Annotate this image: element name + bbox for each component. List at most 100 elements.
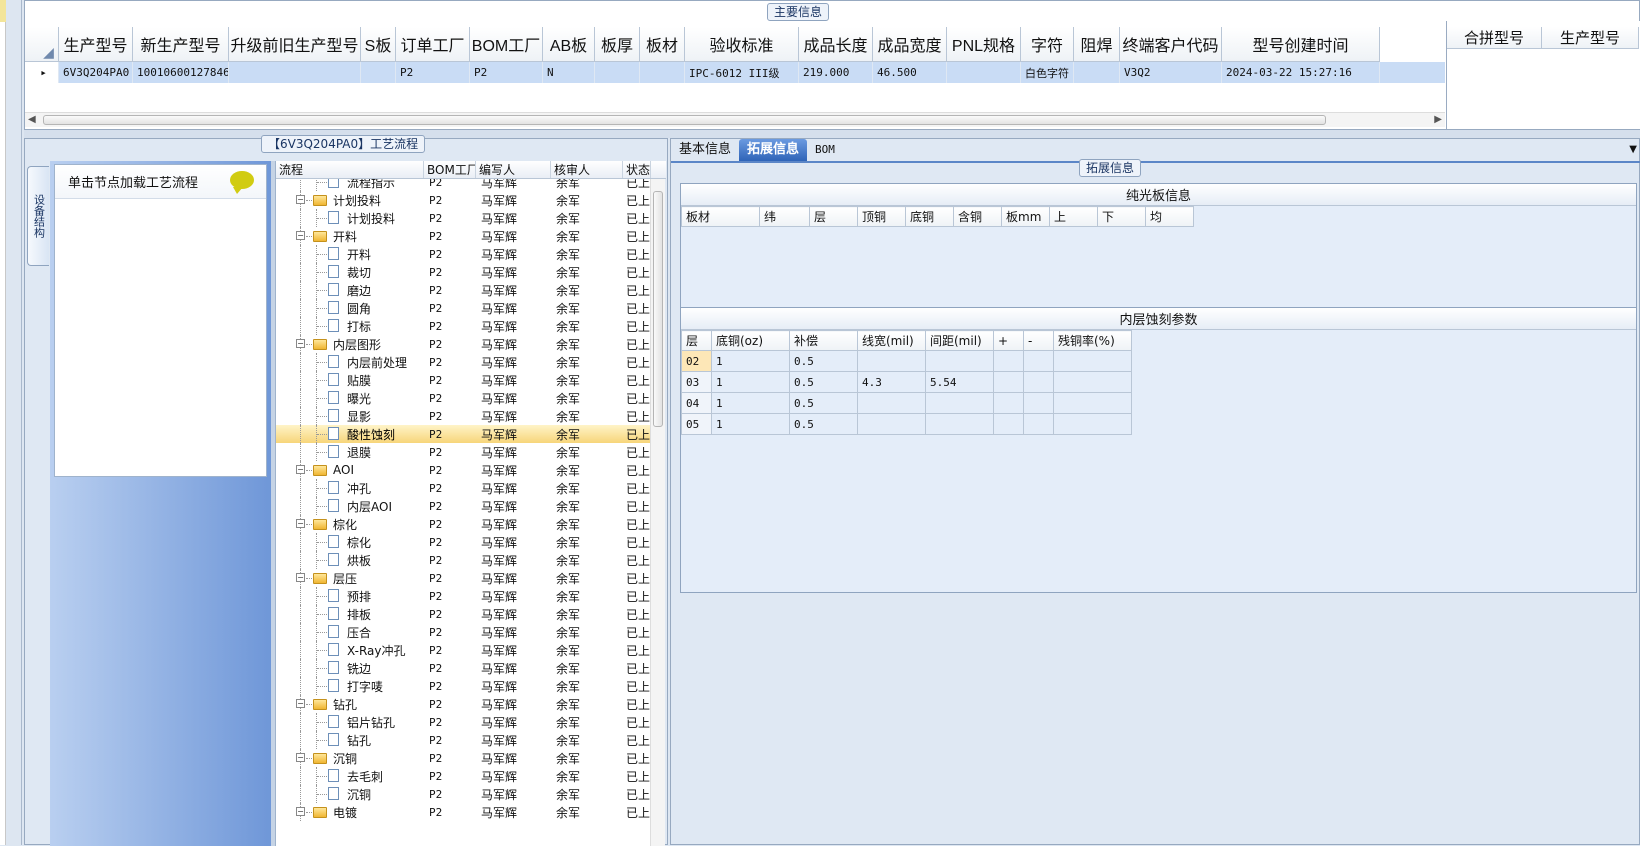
etch-cell[interactable]: [993, 350, 1024, 372]
main-grid-hscrollbar[interactable]: ◀ ▶: [25, 112, 1445, 127]
tree-row[interactable]: 铝片钻孔 P2 马军辉 余军 已上网: [276, 713, 651, 731]
tree-node[interactable]: 计划投料: [276, 209, 424, 227]
grid-cell[interactable]: 219.000: [799, 62, 873, 83]
grid-cell[interactable]: [640, 62, 685, 83]
collapse-icon[interactable]: −: [296, 339, 305, 348]
etch-cell[interactable]: 0.5: [789, 371, 858, 393]
column-header[interactable]: 成品长度: [799, 27, 873, 62]
tree-node[interactable]: 内层前处理: [276, 353, 424, 371]
column-header[interactable]: 新生产型号: [133, 27, 229, 62]
hscroll-thumb[interactable]: [43, 115, 1326, 125]
column-header[interactable]: 升级前旧生产型号: [229, 27, 361, 62]
etch-cell[interactable]: 04: [681, 392, 712, 414]
bare-board-column-header[interactable]: 顶铜: [857, 206, 906, 227]
tab-menu-icon[interactable]: ▼: [1629, 144, 1637, 155]
tree-node[interactable]: 酸性蚀刻: [276, 425, 424, 443]
detail-tab[interactable]: 拓展信息: [739, 139, 808, 161]
collapse-icon[interactable]: −: [296, 699, 305, 708]
grid-cell[interactable]: P2: [470, 62, 543, 83]
bare-board-column-header[interactable]: 下: [1097, 206, 1146, 227]
tree-node[interactable]: − 沉铜: [276, 749, 424, 767]
scroll-left-icon[interactable]: ◀: [28, 114, 36, 125]
column-header[interactable]: 阻焊: [1074, 27, 1120, 62]
grid-cell[interactable]: P2: [396, 62, 470, 83]
tree-column-header[interactable]: 编写人: [476, 161, 551, 178]
tree-row[interactable]: 计划投料 P2 马军辉 余军 已上网: [276, 209, 651, 227]
etch-cell[interactable]: [1023, 392, 1054, 414]
tree-row[interactable]: 冲孔 P2 马军辉 余军 已上网: [276, 479, 651, 497]
tree-row[interactable]: − 计划投料 P2 马军辉 余军 已上网: [276, 191, 651, 209]
tree-node[interactable]: 排板: [276, 605, 424, 623]
tree-node[interactable]: − 内层图形: [276, 335, 424, 353]
tree-row[interactable]: 内层前处理 P2 马军辉 余军 已上网: [276, 353, 651, 371]
tree-node[interactable]: 打标: [276, 317, 424, 335]
grid-cell[interactable]: [595, 62, 640, 83]
etch-cell[interactable]: [1053, 350, 1132, 372]
tree-node[interactable]: − AOI: [276, 461, 424, 479]
grid-cell[interactable]: [229, 62, 361, 83]
grid-cell[interactable]: IPC-6012 III级: [685, 62, 799, 83]
tree-node[interactable]: 预排: [276, 587, 424, 605]
grid-cell[interactable]: [361, 62, 396, 83]
etch-cell[interactable]: [1053, 413, 1132, 435]
tree-node[interactable]: − 棕化: [276, 515, 424, 533]
etch-cell[interactable]: [1053, 371, 1132, 393]
etch-cell[interactable]: [857, 350, 926, 372]
detail-tab[interactable]: 基本信息: [671, 139, 739, 161]
tree-row[interactable]: − 棕化 P2 马军辉 余军 已上网: [276, 515, 651, 533]
bare-board-column-header[interactable]: 底铜: [905, 206, 954, 227]
column-header[interactable]: 验收标准: [685, 27, 799, 62]
etch-cell[interactable]: [1023, 413, 1054, 435]
column-header[interactable]: 成品宽度: [873, 27, 947, 62]
etch-cell[interactable]: [993, 392, 1024, 414]
etch-cell[interactable]: 0.5: [789, 350, 858, 372]
etch-cell[interactable]: 1: [711, 350, 790, 372]
grid-cell[interactable]: 46.500: [873, 62, 947, 83]
tree-column-header[interactable]: BOM工厂: [424, 161, 476, 178]
tree-row[interactable]: − 电镀 P2 马军辉 余军 已上网: [276, 803, 651, 821]
collapse-icon[interactable]: −: [296, 807, 305, 816]
tree-row[interactable]: 铣边 P2 马军辉 余军 已上网: [276, 659, 651, 677]
tree-row[interactable]: 烘板 P2 马军辉 余军 已上网: [276, 551, 651, 569]
grid-cell[interactable]: 2024-03-22 15:27:16: [1222, 62, 1380, 83]
etch-column-header[interactable]: 底铜(oz): [711, 330, 790, 351]
tree-row[interactable]: 沉铜 P2 马军辉 余军 已上网: [276, 785, 651, 803]
tree-vscrollbar[interactable]: [650, 179, 665, 846]
tree-node[interactable]: 退膜: [276, 443, 424, 461]
tree-node[interactable]: 磨边: [276, 281, 424, 299]
column-header[interactable]: S板: [361, 27, 396, 62]
tree-row[interactable]: − AOI P2 马军辉 余军 已上网: [276, 461, 651, 479]
main-grid-row[interactable]: ▸ 6V3Q204PA0 10010600127846 P2 P2 N IPC-6012 I…: [25, 62, 1445, 83]
column-header[interactable]: PNL规格: [947, 27, 1021, 62]
tree-node[interactable]: 去毛刺: [276, 767, 424, 785]
etch-column-header[interactable]: 残铜率(%): [1053, 330, 1132, 351]
tree-node[interactable]: 铣边: [276, 659, 424, 677]
etch-row[interactable]: 03 1 0.5 4.3 5.54: [681, 371, 1132, 393]
column-header[interactable]: BOM工厂: [470, 27, 543, 62]
etch-cell[interactable]: 1: [711, 392, 790, 414]
tree-column-header[interactable]: 流程: [276, 161, 424, 178]
tree-row[interactable]: 裁切 P2 马军辉 余军 已上网: [276, 263, 651, 281]
tree-row[interactable]: − 内层图形 P2 马军辉 余军 已上网: [276, 335, 651, 353]
collapse-icon[interactable]: −: [296, 231, 305, 240]
tree-node[interactable]: − 开料: [276, 227, 424, 245]
etch-column-header[interactable]: 间距(mil): [925, 330, 994, 351]
tree-row[interactable]: 去毛刺 P2 马军辉 余军 已上网: [276, 767, 651, 785]
tree-row[interactable]: X-Ray冲孔 P2 马军辉 余军 已上网: [276, 641, 651, 659]
tree-row[interactable]: 退膜 P2 马军辉 余军 已上网: [276, 443, 651, 461]
tree-node[interactable]: 沉铜: [276, 785, 424, 803]
etch-cell[interactable]: 0.5: [789, 392, 858, 414]
tree-node[interactable]: 裁切: [276, 263, 424, 281]
etch-cell[interactable]: 02: [681, 350, 712, 372]
grid-cell[interactable]: 白色字符: [1021, 62, 1074, 83]
tree-column-header[interactable]: 状态: [623, 161, 651, 178]
tree-node[interactable]: 铝片钻孔: [276, 713, 424, 731]
tree-column-header[interactable]: 核审人: [551, 161, 623, 178]
grid-cell[interactable]: [1074, 62, 1120, 83]
column-header[interactable]: 订单工厂: [396, 27, 470, 62]
etch-cell[interactable]: [925, 413, 994, 435]
tree-node[interactable]: X-Ray冲孔: [276, 641, 424, 659]
tree-row[interactable]: 排板 P2 马军辉 余军 已上网: [276, 605, 651, 623]
tree-node[interactable]: − 层压: [276, 569, 424, 587]
tree-row[interactable]: 压合 P2 马军辉 余军 已上网: [276, 623, 651, 641]
